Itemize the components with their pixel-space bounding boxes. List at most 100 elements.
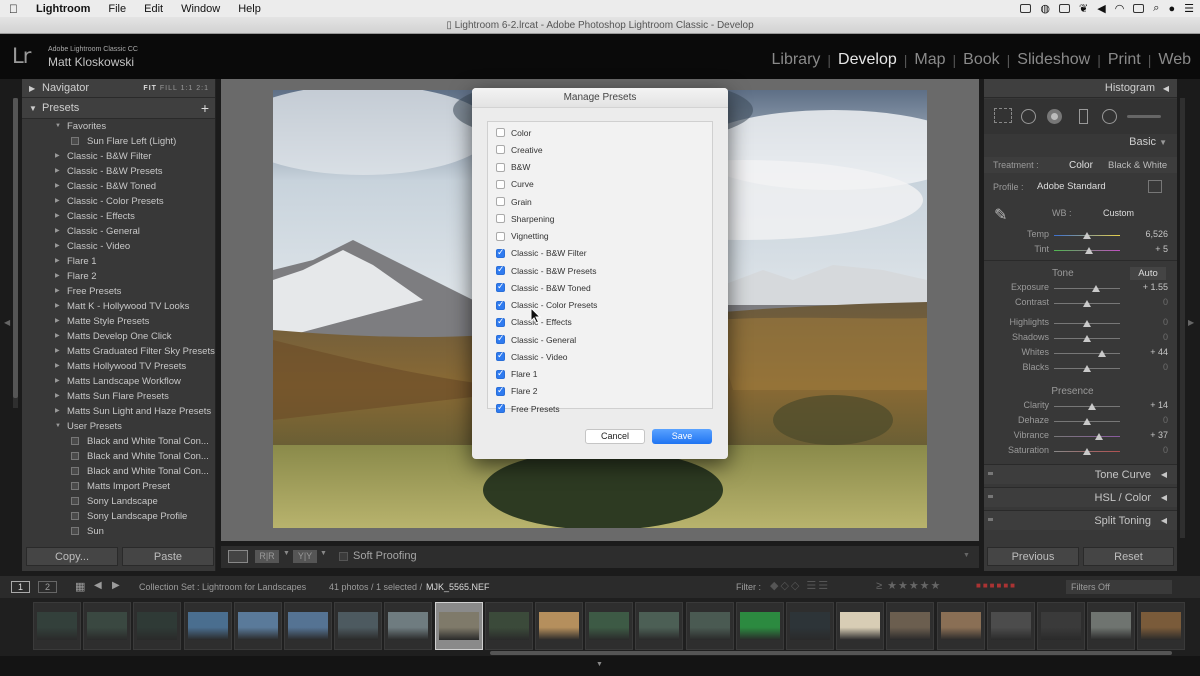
menu-window[interactable]: Window [172, 3, 229, 15]
preset-group-row[interactable]: Classic - Video [488, 348, 712, 365]
preset-folder[interactable]: ▶ Flare 1 [22, 254, 216, 269]
zoom-2-1[interactable]: 2:1 [196, 85, 209, 92]
checkbox-unchecked[interactable] [496, 179, 505, 189]
module-print[interactable]: Print [1108, 51, 1141, 69]
navigator-header[interactable]: ▶ Navigator FIT FILL 1:1 2:1 [22, 79, 215, 98]
rating-filter-stars[interactable]: ≥ ★★★★★ [876, 579, 941, 592]
preset-folder[interactable]: ▶ Matts Landscape Workflow [22, 374, 216, 389]
slider-thumb[interactable] [1097, 350, 1106, 357]
preset-folder[interactable]: ▶ Classic - B&W Toned [22, 179, 216, 194]
menu-edit[interactable]: Edit [135, 3, 172, 15]
slider-value[interactable]: + 37 [1150, 430, 1168, 440]
slider-value[interactable]: 6,526 [1145, 229, 1168, 239]
preset-group-row[interactable]: Classic - General [488, 331, 712, 348]
slider-thumb[interactable] [1083, 300, 1091, 307]
zoom-fill[interactable]: FILL [160, 85, 178, 92]
filmstrip-thumbnail[interactable] [334, 602, 383, 650]
paste-button[interactable]: Paste [122, 547, 214, 566]
preset-group-row[interactable]: Classic - B&W Toned [488, 279, 712, 296]
zoom-1-1[interactable]: 1:1 [181, 85, 194, 92]
slider-thumb[interactable] [1087, 403, 1096, 410]
previous-button[interactable]: Previous [987, 547, 1079, 566]
histogram-header[interactable]: Histogram ◀ [984, 79, 1177, 98]
checkbox-checked[interactable] [496, 333, 505, 345]
loupe-view-icon[interactable] [228, 550, 248, 563]
slider-track[interactable] [1054, 365, 1120, 372]
graduated-filter-icon[interactable] [1079, 109, 1088, 124]
slider-value[interactable]: 0 [1163, 297, 1168, 307]
creative-cloud-icon[interactable]: ◍ [1040, 2, 1050, 15]
slider-track[interactable] [1054, 403, 1120, 410]
preset-group-row[interactable]: Grain [488, 193, 712, 210]
collapsed-triangle-icon[interactable]: ▶ [55, 389, 60, 404]
module-library[interactable]: Library [772, 51, 821, 69]
auto-tone-button[interactable]: Auto [1130, 267, 1166, 280]
back-arrow-icon[interactable]: ◀ [94, 580, 102, 591]
filmstrip-thumbnail[interactable] [133, 602, 182, 650]
toolbar-menu-icon[interactable]: ▼ [963, 552, 970, 559]
menu-file[interactable]: File [99, 3, 135, 15]
preset-group-row[interactable]: Flare 2 [488, 383, 712, 400]
collapsed-triangle-icon[interactable]: ▶ [55, 374, 60, 389]
filmstrip-thumbnail[interactable] [635, 602, 684, 650]
slider-value[interactable]: 0 [1163, 362, 1168, 372]
collapsed-triangle-icon[interactable]: ▶ [55, 299, 60, 314]
preset-folder[interactable]: ▶ Classic - General [22, 224, 216, 239]
right-panel-toggle-icon[interactable]: ▶ [1188, 318, 1194, 327]
preset-folder[interactable]: ▼ User Presets [22, 419, 216, 434]
preset-folder[interactable]: ▶ Classic - Color Presets [22, 194, 216, 209]
preset-item[interactable]: Sun Flare Left (Light) [22, 134, 216, 149]
collapsed-triangle-icon[interactable]: ▶ [55, 269, 60, 284]
slider-thumb[interactable] [1083, 232, 1091, 239]
slider-value[interactable]: 0 [1163, 332, 1168, 342]
slider-thumb[interactable] [1083, 365, 1091, 372]
checkbox-checked[interactable] [496, 350, 505, 362]
left-scrollbar-thumb[interactable] [13, 98, 18, 398]
preset-folder[interactable]: ▼ Favorites [22, 119, 216, 134]
collapsed-triangle-icon[interactable]: ▶ [55, 329, 60, 344]
slider-thumb[interactable] [1083, 418, 1091, 425]
slider-value[interactable]: 0 [1163, 445, 1168, 455]
preset-folder[interactable]: ▶ Matts Develop One Click [22, 329, 216, 344]
adjustment-brush-icon[interactable] [1127, 115, 1161, 118]
slider-track[interactable] [1054, 247, 1120, 254]
slider-thumb[interactable] [1083, 335, 1091, 342]
preset-folder[interactable]: ▶ Matts Hollywood TV Presets [22, 359, 216, 374]
slider-value[interactable]: + 44 [1150, 347, 1168, 357]
filmstrip-thumbnail[interactable] [1137, 602, 1186, 650]
preset-group-row[interactable]: B&W [488, 159, 712, 176]
slider-track[interactable] [1054, 448, 1120, 455]
preset-group-row[interactable]: Vignetting [488, 228, 712, 245]
collapsed-triangle-icon[interactable]: ▶ [55, 284, 60, 299]
checkbox-checked[interactable] [496, 368, 505, 379]
checkbox-checked[interactable] [496, 299, 505, 310]
display-icon[interactable] [1059, 4, 1070, 13]
slider-value[interactable]: + 5 [1155, 244, 1168, 254]
preset-folder[interactable]: ▶ Matts Graduated Filter Sky Presets [22, 344, 216, 359]
filmstrip-thumbnail[interactable] [535, 602, 583, 650]
radial-filter-icon[interactable] [1102, 109, 1117, 124]
treatment-color-option[interactable]: Color [1069, 160, 1093, 171]
preset-folder[interactable]: ▶ Matts Sun Flare Presets [22, 389, 216, 404]
panel-switch-icon[interactable] [988, 518, 993, 521]
collapsed-triangle-icon[interactable]: ▶ [55, 344, 60, 359]
checkbox-unchecked[interactable] [496, 162, 505, 172]
checkbox-unchecked[interactable] [496, 197, 505, 207]
panel-switch-icon[interactable] [988, 472, 993, 475]
slider-value[interactable]: 0 [1163, 415, 1168, 425]
expanded-triangle-icon[interactable]: ▼ [55, 119, 61, 134]
preset-group-row[interactable]: Classic - Effects [488, 314, 712, 331]
preset-folder[interactable]: ▶ Flare 2 [22, 269, 216, 284]
filmstrip-thumbnail[interactable] [986, 602, 1035, 650]
left-panel-toggle-icon[interactable]: ◀ [4, 318, 10, 327]
basic-header[interactable]: Basic ▼ [1129, 136, 1167, 148]
spot-removal-icon[interactable] [1021, 109, 1036, 124]
slider-thumb[interactable] [1083, 448, 1091, 455]
slider-value[interactable]: + 1.55 [1143, 282, 1168, 292]
slider-value[interactable]: 0 [1163, 317, 1168, 327]
menu-list-icon[interactable]: ☰ [1184, 2, 1194, 15]
airplay-icon[interactable] [1133, 4, 1145, 13]
collapsed-triangle-icon[interactable]: ▶ [55, 179, 60, 194]
window-2-button[interactable]: 2 [38, 581, 57, 593]
presets-header[interactable]: ▼ Presets + [22, 98, 215, 119]
